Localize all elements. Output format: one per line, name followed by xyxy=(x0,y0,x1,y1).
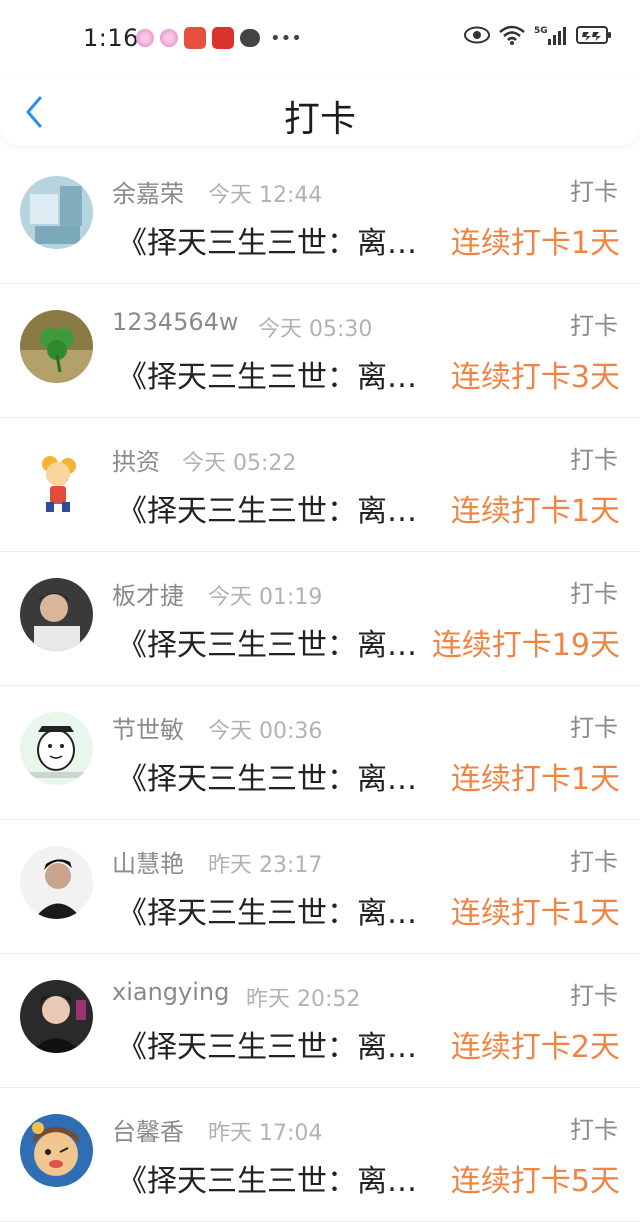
checkin-tag: 打卡 xyxy=(570,982,618,1010)
list-item[interactable]: 拱资 今天 05:22 打卡 《择天三生三世：离… 连续打卡1天 xyxy=(0,418,640,552)
checkin-tag: 打卡 xyxy=(570,1116,618,1144)
gift-app-icon xyxy=(212,27,234,49)
checkin-tag: 打卡 xyxy=(570,446,618,474)
list-item[interactable]: 节世敏 今天 00:36 打卡 《择天三生三世：离… 连续打卡1天 xyxy=(0,686,640,820)
battery-icon xyxy=(576,25,612,45)
checkin-tag: 打卡 xyxy=(570,848,618,876)
user-name: 节世敏 xyxy=(112,716,184,744)
user-name: 拱资 xyxy=(112,448,160,476)
user-name: 板才捷 xyxy=(112,582,184,610)
status-bar: 1:16 ••• 5G xyxy=(0,0,640,80)
avatar[interactable] xyxy=(20,444,93,517)
checkin-time: 今天 00:36 xyxy=(208,719,323,744)
checkin-tag: 打卡 xyxy=(570,580,618,608)
page-title: 打卡 xyxy=(283,99,356,140)
streak-count: 连续打卡3天 xyxy=(450,360,620,395)
user-name: 台馨香 xyxy=(112,1118,184,1146)
chat-icon xyxy=(240,29,260,47)
navigation-header: 打卡 xyxy=(0,80,640,146)
checkin-time: 昨天 23:17 xyxy=(208,853,323,878)
book-title: 《择天三生三世：离… xyxy=(117,1164,417,1199)
checkin-list: 余嘉荣 今天 12:44 打卡 《择天三生三世：离… 连续打卡1天 123456… xyxy=(0,150,640,1222)
user-name: 余嘉荣 xyxy=(112,180,184,208)
user-name: 1234564w xyxy=(112,308,239,336)
avatar[interactable] xyxy=(20,176,93,249)
huawei-app-icon xyxy=(184,27,206,49)
avatar[interactable] xyxy=(20,980,93,1053)
5g-signal-icon: 5G xyxy=(534,24,568,46)
book-title: 《择天三生三世：离… xyxy=(117,226,417,261)
book-title: 《择天三生三世：离… xyxy=(117,494,417,529)
avatar[interactable] xyxy=(20,712,93,785)
streak-count: 连续打卡1天 xyxy=(450,762,620,797)
checkin-time: 昨天 20:52 xyxy=(246,987,361,1012)
status-time: 1:16 xyxy=(83,24,139,52)
system-icons: 5G xyxy=(464,24,612,46)
avatar[interactable] xyxy=(20,310,93,383)
streak-count: 连续打卡1天 xyxy=(450,494,620,529)
book-title: 《择天三生三世：离… xyxy=(117,628,417,663)
checkin-tag: 打卡 xyxy=(570,312,618,340)
eye-icon xyxy=(464,26,490,44)
list-item[interactable]: 余嘉荣 今天 12:44 打卡 《择天三生三世：离… 连续打卡1天 xyxy=(0,150,640,284)
checkin-time: 今天 12:44 xyxy=(208,183,323,208)
book-title: 《择天三生三世：离… xyxy=(117,896,417,931)
svg-text:5G: 5G xyxy=(534,26,548,36)
checkin-tag: 打卡 xyxy=(570,714,618,742)
checkin-time: 昨天 17:04 xyxy=(208,1121,323,1146)
avatar[interactable] xyxy=(20,578,93,651)
book-title: 《择天三生三世：离… xyxy=(117,1030,417,1065)
checkin-time: 今天 05:22 xyxy=(182,451,297,476)
avatar[interactable] xyxy=(20,846,93,919)
checkin-tag: 打卡 xyxy=(570,178,618,206)
user-name: 山慧艳 xyxy=(112,850,184,878)
list-item[interactable]: 台馨香 昨天 17:04 打卡 《择天三生三世：离… 连续打卡5天 xyxy=(0,1088,640,1222)
streak-count: 连续打卡1天 xyxy=(450,896,620,931)
streak-count: 连续打卡19天 xyxy=(431,628,620,663)
user-name: xiangying xyxy=(112,978,230,1006)
notification-icons: ••• xyxy=(136,27,302,49)
checkin-time: 今天 01:19 xyxy=(208,585,323,610)
list-item[interactable]: xiangying 昨天 20:52 打卡 《择天三生三世：离… 连续打卡2天 xyxy=(0,954,640,1088)
book-title: 《择天三生三世：离… xyxy=(117,360,417,395)
checkin-time: 今天 05:30 xyxy=(258,317,373,342)
streak-count: 连续打卡2天 xyxy=(450,1030,620,1065)
list-item[interactable]: 山慧艳 昨天 23:17 打卡 《择天三生三世：离… 连续打卡1天 xyxy=(0,820,640,954)
list-item[interactable]: 板才捷 今天 01:19 打卡 《择天三生三世：离… 连续打卡19天 xyxy=(0,552,640,686)
more-dots-icon: ••• xyxy=(270,27,302,49)
streak-count: 连续打卡5天 xyxy=(450,1164,620,1199)
book-title: 《择天三生三世：离… xyxy=(117,762,417,797)
list-item[interactable]: 1234564w 今天 05:30 打卡 《择天三生三世：离… 连续打卡3天 xyxy=(0,284,640,418)
flower-icon xyxy=(160,29,178,47)
wifi-icon xyxy=(498,24,526,46)
streak-count: 连续打卡1天 xyxy=(450,226,620,261)
avatar[interactable] xyxy=(20,1114,93,1187)
flower-icon xyxy=(136,29,154,47)
